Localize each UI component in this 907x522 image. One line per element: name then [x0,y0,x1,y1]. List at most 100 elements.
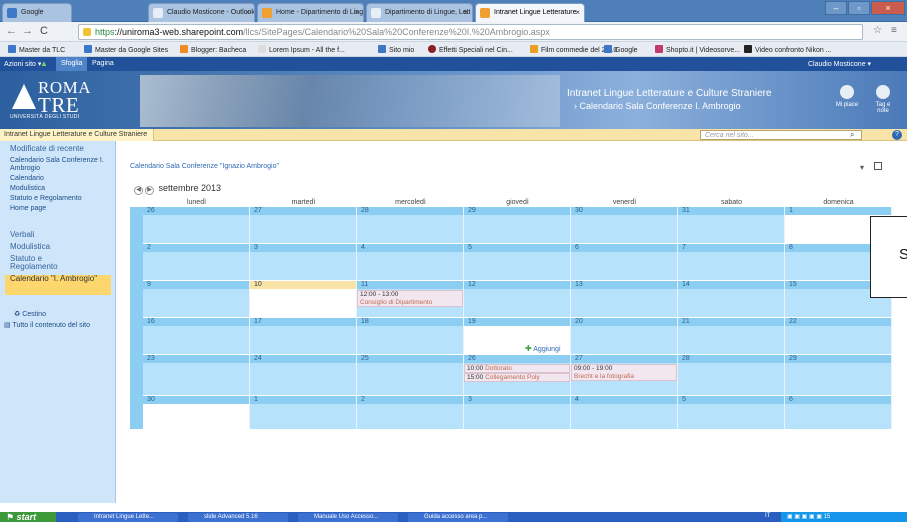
close-tab-icon[interactable]: × [245,8,250,17]
bookmark-item[interactable]: Effetti Speciali nel Cin... [428,45,513,54]
tab-home-dipartimento[interactable]: Home - Dipartimento di Ling × [257,3,364,22]
help-icon[interactable]: ? [892,130,902,140]
calendar-day-cell[interactable]: 3 [464,396,571,429]
tab-sfoglia[interactable]: Sfoglia [56,57,88,71]
tab-dipartimento-lingue[interactable]: Dipartimento di Lingue, Lett × [366,3,473,22]
bookmark-item[interactable]: Video confronto Nikon ... [744,45,832,54]
tab-pagina[interactable]: Pagina [92,60,114,67]
calendar-day-cell[interactable]: 23 [143,355,250,395]
calendar-day-cell[interactable]: 25 [357,355,464,395]
user-menu[interactable]: Claudio Mosticone ▾ [808,60,871,68]
bookmark-item[interactable]: Sito mio [378,45,414,54]
previous-month-icon[interactable]: ◀ [134,186,143,195]
close-tab-icon[interactable]: × [354,8,359,17]
calendar-day-cell[interactable]: 26 10:00 Dottorato 15:00 Collegamento Po… [464,355,571,395]
calendar-day-cell[interactable]: 6 [785,396,892,429]
taskbar-item[interactable]: slide Advanced 5.16 [188,513,288,522]
calendar-day-cell[interactable]: 4 [357,244,464,280]
calendar-day-cell[interactable]: 20 [571,318,678,354]
taskbar-item[interactable]: Manuale Uso Accesso... [298,513,398,522]
calendar-day-cell[interactable]: 24 [250,355,357,395]
bookmark-item[interactable]: Lorem Ipsum - All the f... [258,45,345,54]
nav-recent-item[interactable]: Calendario [10,175,44,183]
calendar-day-cell[interactable]: 28 [678,355,785,395]
calendar-day-cell[interactable]: 27 09:00 - 19:00 Brecht e la fotografia [571,355,678,395]
bookmark-item[interactable]: Master da TLC [8,45,65,54]
nav-item-verbali[interactable]: Verbali [10,231,34,239]
calendar-day-cell[interactable]: 13 [571,281,678,317]
tab-google[interactable]: Google [2,3,72,22]
back-arrow-icon[interactable]: ← [6,25,17,37]
calendar-title[interactable]: Calendario Sala Conferenze "Ignazio Ambr… [130,163,279,170]
wrench-menu-icon[interactable]: ≡ [891,25,897,36]
url-input[interactable]: https://uniroma3-web.sharepoint.com/llcs… [78,24,863,40]
tab-intranet-lingue[interactable]: Intranet Lingue Letterature × [475,3,585,22]
bookmark-item[interactable]: Master da Google Sites [84,45,168,54]
calendar-day-cell[interactable]: 30 [143,396,250,429]
calendar-day-cell[interactable]: 16 [143,318,250,354]
bookmark-item[interactable]: Shopto.it | Videosorve... [655,45,740,54]
calendar-day-cell[interactable]: 29 [785,355,892,395]
minimize-icon[interactable]: – [825,1,847,15]
web-part-select-checkbox[interactable] [874,162,882,170]
calendar-day-cell[interactable]: 27 [250,207,357,243]
calendar-day-cell[interactable]: 2 [143,244,250,280]
calendar-event[interactable]: 09:00 - 19:00 Brecht e la fotografia [571,364,677,381]
nav-recent-item[interactable]: Statuto e Regolamento [10,195,82,203]
calendar-day-cell[interactable]: 7 [678,244,785,280]
calendar-day-cell[interactable]: 12 [464,281,571,317]
recent-header[interactable]: Modificate di recente [10,145,84,153]
calendar-day-cell[interactable]: 22 [785,318,892,354]
calendar-day-cell[interactable]: 26 [143,207,250,243]
star-bookmark-icon[interactable]: ☆ [873,25,882,36]
navigate-up-icon[interactable]: ▲ [40,59,48,68]
calendar-day-cell[interactable]: 21 [678,318,785,354]
add-event-button[interactable]: ✚ Aggiungi [525,344,561,353]
nav-recent-item[interactable]: Calendario Sala Conferenze I. Ambrogio [10,157,114,173]
close-tab-icon[interactable]: × [463,8,468,17]
taskbar-item[interactable]: Intranet Lingue Lette... [78,513,178,522]
calendar-day-cell[interactable]: 1 [250,396,357,429]
week-selector-strip[interactable] [130,207,143,429]
site-actions-menu[interactable]: Azioni sito ▾ [4,60,41,68]
calendar-day-cell[interactable]: 30 [571,207,678,243]
calendar-day-cell[interactable]: 6 [571,244,678,280]
calendar-day-cell[interactable]: 29 [464,207,571,243]
close-window-icon[interactable]: × [871,1,905,15]
calendar-event[interactable]: 15:00 Collegamento Poly [464,373,570,382]
calendar-day-cell[interactable]: 9 [143,281,250,317]
calendar-event[interactable]: 10:00 Dottorato [464,364,570,373]
nav-item-statuto[interactable]: Statuto e Regolamento [10,255,80,271]
calendar-day-cell[interactable]: 28 [357,207,464,243]
forward-arrow-icon[interactable]: → [22,25,33,37]
calendar-day-cell[interactable]: 4 [571,396,678,429]
calendar-day-cell[interactable]: 11 12:00 - 13:00 Consiglio di Dipartiment… [357,281,464,317]
nav-all-content[interactable]: ▤ Tutto il contenuto del sito [4,322,112,330]
bookmark-item[interactable]: Google [604,45,638,54]
start-button[interactable]: ⚑ start [0,512,56,522]
like-button[interactable]: Mi piace [835,85,859,108]
maximize-icon[interactable]: ▫ [848,1,870,15]
calendar-day-cell-today[interactable]: 10 [250,281,357,317]
calendar-day-cell[interactable]: 5 [678,396,785,429]
calendar-day-cell[interactable]: 2 [357,396,464,429]
language-indicator[interactable]: IT [765,513,770,519]
calendar-day-cell[interactable]: 3 [250,244,357,280]
calendar-day-cell[interactable]: 14 [678,281,785,317]
calendar-day-cell[interactable]: 31 [678,207,785,243]
calendar-day-cell[interactable]: 17 [250,318,357,354]
calendar-day-cell[interactable]: 5 [464,244,571,280]
web-part-menu-icon[interactable]: ▾ [860,163,864,172]
reload-icon[interactable]: C [40,25,48,37]
nav-item-calendario[interactable]: Calendario "I. Ambrogio" [5,275,111,295]
nav-item-modulistica[interactable]: Modulistica [10,243,50,251]
search-icon[interactable]: ⌕ [850,130,854,140]
calendar-event[interactable]: 12:00 - 13:00 Consiglio di Dipartimento [357,290,463,307]
taskbar-item[interactable]: Guida accesso area p... [408,513,508,522]
tray-icons[interactable]: ▣ ▣ ▣ ▣ ▣ [787,514,824,520]
calendar-day-cell[interactable]: 18 [357,318,464,354]
tab-outlook[interactable]: Claudio Mosticone - Outlook × [148,3,255,22]
search-input[interactable]: Cerca nel sito... [700,130,862,140]
next-month-icon[interactable]: ▶ [145,186,154,195]
nav-recent-item[interactable]: Modulistica [10,185,45,193]
